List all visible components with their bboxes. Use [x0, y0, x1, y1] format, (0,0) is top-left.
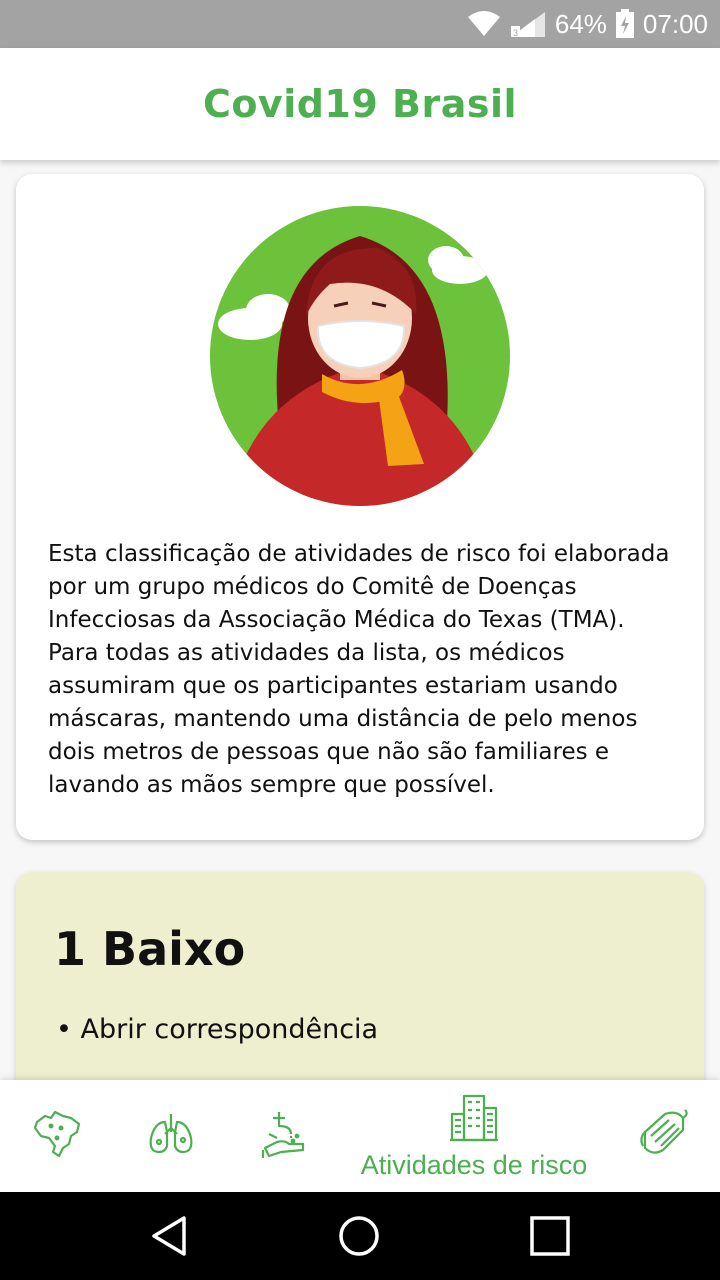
- nav-item-mask[interactable]: [628, 1080, 698, 1192]
- signal-icon: 3: [509, 10, 547, 38]
- nav-item-hand-washing[interactable]: [250, 1080, 320, 1192]
- intro-card: Esta classificação de atividades de risc…: [16, 174, 704, 840]
- battery-percent: 64%: [554, 8, 607, 39]
- nav-item-lungs[interactable]: [136, 1080, 206, 1192]
- system-navigation-bar: [0, 1192, 720, 1280]
- content-scroll[interactable]: Esta classificação de atividades de risc…: [0, 160, 720, 1080]
- nav-item-brazil-map[interactable]: [22, 1080, 92, 1192]
- recents-icon[interactable]: [526, 1212, 574, 1260]
- brazil-map-icon: [31, 1108, 83, 1164]
- clock: 07:00: [642, 8, 708, 39]
- intro-text: Esta classificação de atividades de risc…: [48, 541, 670, 798]
- woman-with-mask-illustration: [210, 206, 510, 506]
- battery-icon: [615, 9, 635, 39]
- status-bar: 3 64% 07:00: [0, 0, 720, 48]
- hand-washing-icon: [259, 1108, 311, 1164]
- list-item: • Abrir correspondência: [56, 1014, 379, 1045]
- risk-card-low: 1 Baixo • Abrir correspondência: [16, 872, 704, 1080]
- home-icon[interactable]: [335, 1212, 383, 1260]
- bottom-navigation: Atividades de risco: [0, 1080, 720, 1192]
- wifi-icon: [467, 11, 501, 37]
- back-icon[interactable]: [146, 1212, 194, 1260]
- app-bar: Covid19 Brasil: [0, 48, 720, 160]
- buildings-icon: [448, 1092, 500, 1148]
- app-title: Covid19 Brasil: [202, 82, 518, 126]
- lungs-icon: [145, 1108, 197, 1164]
- risk-level-title: 1 Baixo: [54, 922, 246, 976]
- mask-icon: [637, 1108, 689, 1164]
- nav-item-risk-activities[interactable]: Atividades de risco: [336, 1080, 612, 1192]
- svg-text:3: 3: [513, 28, 518, 38]
- nav-item-label: Atividades de risco: [360, 1149, 588, 1180]
